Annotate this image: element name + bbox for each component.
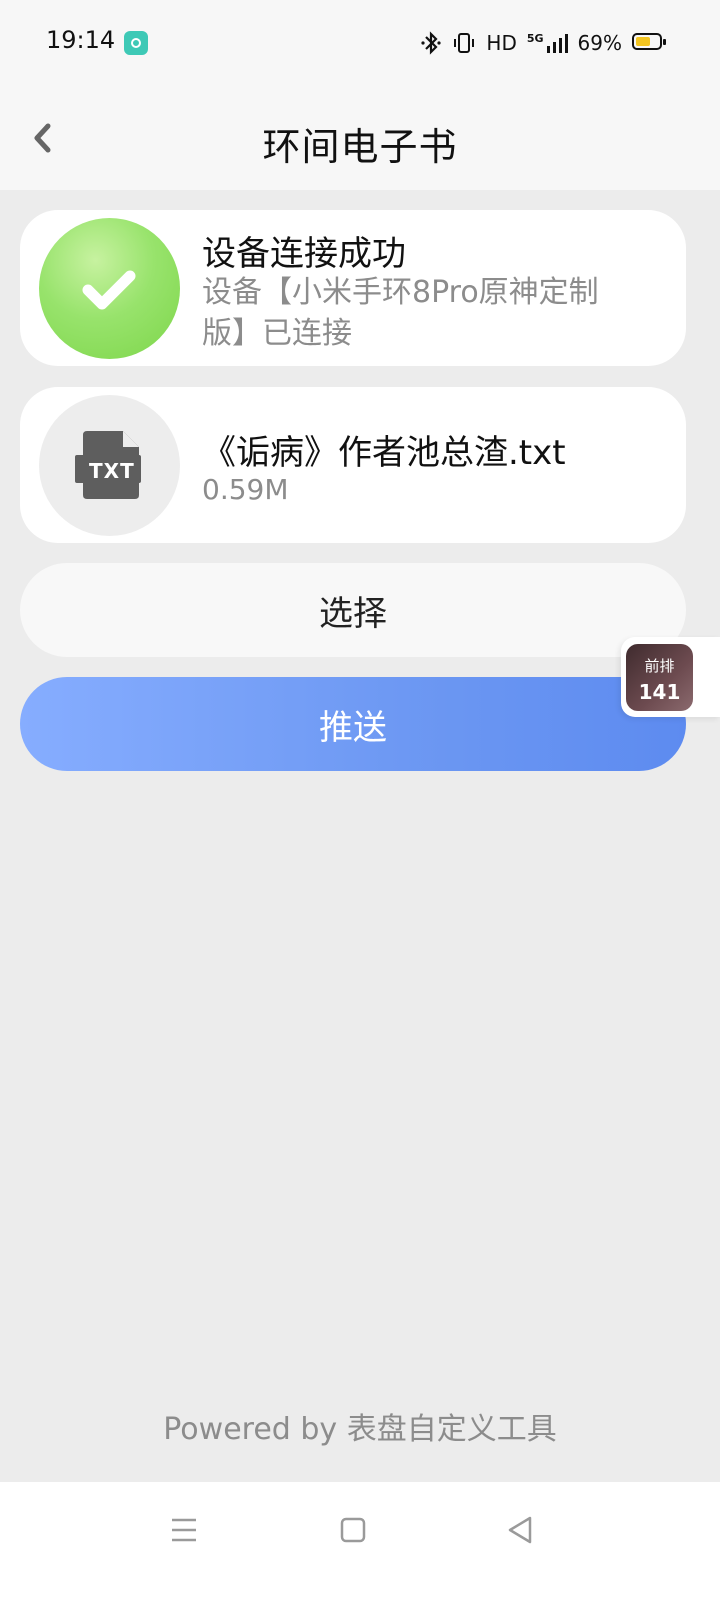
status-indicators: HD 5G 69%	[420, 28, 622, 58]
battery-icon	[632, 33, 666, 50]
cellular-signal-icon	[546, 34, 568, 53]
page-title: 环间电子书	[262, 125, 458, 169]
app-notification-icon	[124, 31, 148, 55]
status-bar: 19:14 HD 5G 69%	[0, 0, 720, 88]
status-time: 19:14	[46, 26, 116, 54]
menu-icon	[172, 1518, 196, 1542]
battery-fill	[636, 37, 651, 46]
floating-widget-count: 141	[638, 680, 681, 704]
navigation-bar	[0, 1482, 720, 1600]
push-button[interactable]: 推送	[20, 677, 686, 771]
txt-file-label: TXT	[89, 459, 135, 483]
device-status-title: 设备连接成功	[202, 234, 406, 274]
nav-home-button[interactable]	[333, 1510, 373, 1550]
square-icon	[340, 1517, 366, 1543]
vibrate-icon	[454, 33, 475, 53]
success-badge	[39, 218, 180, 359]
floating-widget-label: 前排	[644, 657, 675, 675]
powered-by-text: Powered by 表盘自定义工具	[163, 1412, 557, 1447]
file-size: 0.59M	[202, 473, 289, 506]
device-status-subtitle: 设备【小米手环8Pro原神定制版】已连接	[202, 275, 599, 351]
device-status-card: 设备连接成功 设备【小米手环8Pro原神定制版】已连接	[20, 210, 686, 366]
floating-widget-thumbnail: 前排 141	[626, 644, 693, 711]
select-button[interactable]: 选择	[20, 563, 686, 657]
file-icon-badge: TXT	[39, 395, 180, 536]
signal-5g-label: 5G	[526, 31, 544, 45]
file-card[interactable]: TXT 《诟病》作者池总渣.txt 0.59M	[20, 387, 686, 543]
hd-indicator: HD	[486, 31, 517, 55]
nav-back-button[interactable]	[500, 1510, 540, 1550]
header: 环间电子书	[0, 88, 720, 190]
file-name: 《诟病》作者池总渣.txt	[202, 433, 566, 473]
nav-menu-button[interactable]	[164, 1510, 204, 1550]
triangle-back-icon	[508, 1516, 532, 1544]
bluetooth-icon	[421, 31, 442, 55]
battery-percent: 69%	[577, 31, 622, 55]
floating-widget[interactable]: 前排 141	[621, 637, 720, 717]
check-icon	[82, 270, 136, 310]
